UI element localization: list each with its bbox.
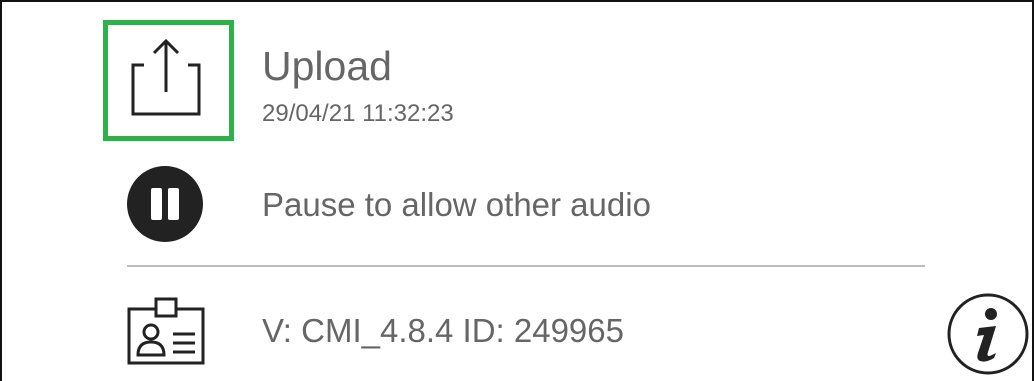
screen-panel: Upload 29/04/21 11:32:23 Pause to allow … xyxy=(0,0,1034,381)
upload-timestamp: 29/04/21 11:32:23 xyxy=(262,100,454,127)
pause-audio-label: Pause to allow other audio xyxy=(262,186,651,223)
divider xyxy=(127,265,925,267)
upload-icon[interactable] xyxy=(130,37,202,117)
upload-title[interactable]: Upload xyxy=(262,46,392,87)
id-card-icon xyxy=(127,297,205,365)
info-icon[interactable] xyxy=(946,292,1030,376)
pause-audio-row[interactable]: Pause to allow other audio xyxy=(127,166,927,242)
version-id-text: V: CMI_4.8.4 ID: 249965 xyxy=(262,312,624,349)
pause-icon[interactable] xyxy=(127,166,203,242)
